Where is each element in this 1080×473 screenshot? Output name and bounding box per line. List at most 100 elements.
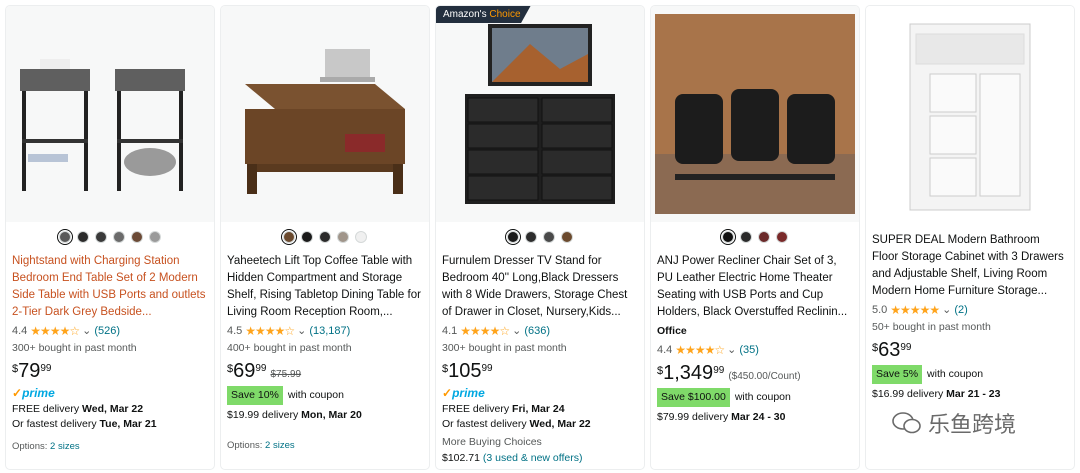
review-count[interactable]: (636) (524, 323, 550, 340)
swatch-4[interactable] (337, 231, 349, 243)
bought-count: 300+ bought in past month (442, 342, 567, 354)
swatch-1[interactable] (57, 229, 73, 245)
category-label: Office (657, 325, 687, 337)
swatch-2[interactable] (525, 231, 537, 243)
prime-check-icon: ✓ (12, 386, 23, 400)
swatch-3[interactable] (543, 231, 555, 243)
product-card-coffee-table[interactable]: Yaheetech Lift Top Coffee Table with Hid… (221, 6, 429, 469)
product-card-nightstand[interactable]: Nightstand with Charging Station Bedroom… (6, 6, 214, 469)
star-icons[interactable]: ★★★★★ (890, 302, 940, 319)
swatch-6[interactable] (149, 231, 161, 243)
more-offers-row: $102.71 (3 used & new offers) (442, 452, 583, 464)
options-link[interactable]: 2 sizes (265, 440, 295, 451)
product-title[interactable]: Furnulem Dresser TV Stand for Bedroom 40… (442, 253, 638, 321)
product-title[interactable]: ANJ Power Recliner Chair Set of 3, PU Le… (657, 253, 853, 321)
prime-badge: ✓prime (12, 386, 55, 400)
product-title[interactable]: Yaheetech Lift Top Coffee Table with Hid… (227, 253, 423, 321)
fastest-delivery-line: Or fastest delivery Wed, Mar 22 (442, 418, 591, 430)
chevron-down-icon[interactable]: ⌄ (942, 302, 951, 319)
price: $ 69 99 $75.99 (227, 360, 302, 382)
delivery-line: $16.99 delivery Mar 21 - 23 (872, 388, 1001, 400)
swatch-5[interactable] (355, 231, 367, 243)
swatch-4[interactable] (561, 231, 573, 243)
color-swatches (6, 229, 214, 245)
review-count[interactable]: (526) (94, 323, 120, 340)
rating-value: 4.1 (442, 325, 458, 337)
review-count[interactable]: (2) (954, 302, 967, 319)
star-icons[interactable]: ★★★★☆ (245, 323, 295, 340)
coupon-badge: Save $100.00 (657, 388, 730, 407)
rating-value: 4.5 (227, 325, 243, 337)
chevron-down-icon[interactable]: ⌄ (512, 323, 521, 340)
rating-row: 5.0 ★★★★★ ⌄ (2) (872, 302, 1068, 319)
recliner-image (655, 14, 855, 214)
unit-price: ($450.00/Count) (728, 371, 801, 382)
swatch-4[interactable] (776, 231, 788, 243)
delivery-line: FREE delivery Fri, Mar 24 (442, 403, 565, 415)
swatch-4[interactable] (113, 231, 125, 243)
product-title[interactable]: SUPER DEAL Modern Bathroom Floor Storage… (872, 232, 1068, 300)
rating-row: 4.4 ★★★★☆ ⌄ (35) (657, 342, 853, 359)
chevron-down-icon[interactable]: ⌄ (297, 323, 306, 340)
swatch-2[interactable] (740, 231, 752, 243)
delivery-line: FREE delivery Wed, Mar 22 (12, 403, 144, 415)
swatch-1[interactable] (281, 229, 297, 245)
coupon-badge: Save 10% (227, 386, 283, 405)
rating-value: 5.0 (872, 304, 888, 316)
swatch-1[interactable] (505, 229, 521, 245)
product-image[interactable] (6, 6, 214, 222)
color-swatches (221, 229, 429, 245)
chevron-down-icon[interactable]: ⌄ (727, 342, 736, 359)
nightstand-image (20, 59, 185, 191)
offers-link[interactable]: (3 used & new offers) (483, 452, 583, 464)
wechat-icon (892, 412, 921, 434)
color-swatches (436, 229, 644, 245)
swatch-3[interactable] (319, 231, 331, 243)
product-card-recliner[interactable]: ANJ Power Recliner Chair Set of 3, PU Le… (651, 6, 859, 469)
rating-row: 4.5 ★★★★☆ ⌄ (13,187) (227, 323, 423, 340)
price: $ 105 99 (442, 360, 493, 382)
review-count[interactable]: (13,187) (309, 323, 350, 340)
bought-count: 50+ bought in past month (872, 321, 991, 333)
dresser-image (465, 24, 615, 204)
delivery-line: $19.99 delivery Mon, Mar 20 (227, 409, 362, 421)
coupon-badge: Save 5% (872, 365, 923, 384)
swatch-3[interactable] (95, 231, 107, 243)
prime-badge: ✓prime (442, 386, 485, 400)
options-link[interactable]: 2 sizes (50, 441, 80, 452)
cabinet-image (909, 23, 1031, 211)
swatch-1[interactable] (720, 229, 736, 245)
list-price: $75.99 (270, 369, 302, 380)
coupon-row[interactable]: Save 10% with coupon (227, 386, 423, 405)
product-card-cabinet[interactable]: SUPER DEAL Modern Bathroom Floor Storage… (866, 6, 1074, 469)
rating-row: 4.1 ★★★★☆ ⌄ (636) (442, 323, 638, 340)
swatch-5[interactable] (131, 231, 143, 243)
review-count[interactable]: (35) (739, 342, 759, 359)
coupon-row[interactable]: Save 5% with coupon (872, 365, 1068, 384)
product-title[interactable]: Nightstand with Charging Station Bedroom… (12, 253, 208, 321)
options-row: Options: 2 sizes (227, 440, 295, 451)
coupon-row[interactable]: Save $100.00 with coupon (657, 388, 853, 407)
product-image[interactable]: Amazon's Choice (436, 6, 644, 222)
star-icons[interactable]: ★★★★☆ (30, 323, 80, 340)
chevron-down-icon[interactable]: ⌄ (82, 323, 91, 340)
product-card-dresser[interactable]: Amazon's Choice Furnulem Dresser TV Stan… (436, 6, 644, 469)
product-image[interactable] (221, 6, 429, 222)
bought-count: 400+ bought in past month (227, 342, 352, 354)
rating-row: 4.4 ★★★★☆ ⌄ (526) (12, 323, 208, 340)
amazons-choice-badge: Amazon's Choice (436, 6, 531, 23)
swatch-3[interactable] (758, 231, 770, 243)
swatch-2[interactable] (77, 231, 89, 243)
product-image[interactable] (866, 6, 1074, 222)
fastest-delivery-line: Or fastest delivery Tue, Mar 21 (12, 418, 157, 430)
swatch-2[interactable] (301, 231, 313, 243)
product-image[interactable] (651, 6, 859, 222)
coffee-table-image (245, 49, 405, 194)
options-row: Options: 2 sizes (12, 441, 80, 452)
star-icons[interactable]: ★★★★☆ (675, 342, 725, 359)
delivery-line: $79.99 delivery Mar 24 - 30 (657, 411, 786, 423)
rating-value: 4.4 (657, 344, 673, 356)
star-icons[interactable]: ★★★★☆ (460, 323, 510, 340)
color-swatches (651, 229, 859, 245)
more-buying-choices: More Buying Choices (442, 436, 542, 448)
